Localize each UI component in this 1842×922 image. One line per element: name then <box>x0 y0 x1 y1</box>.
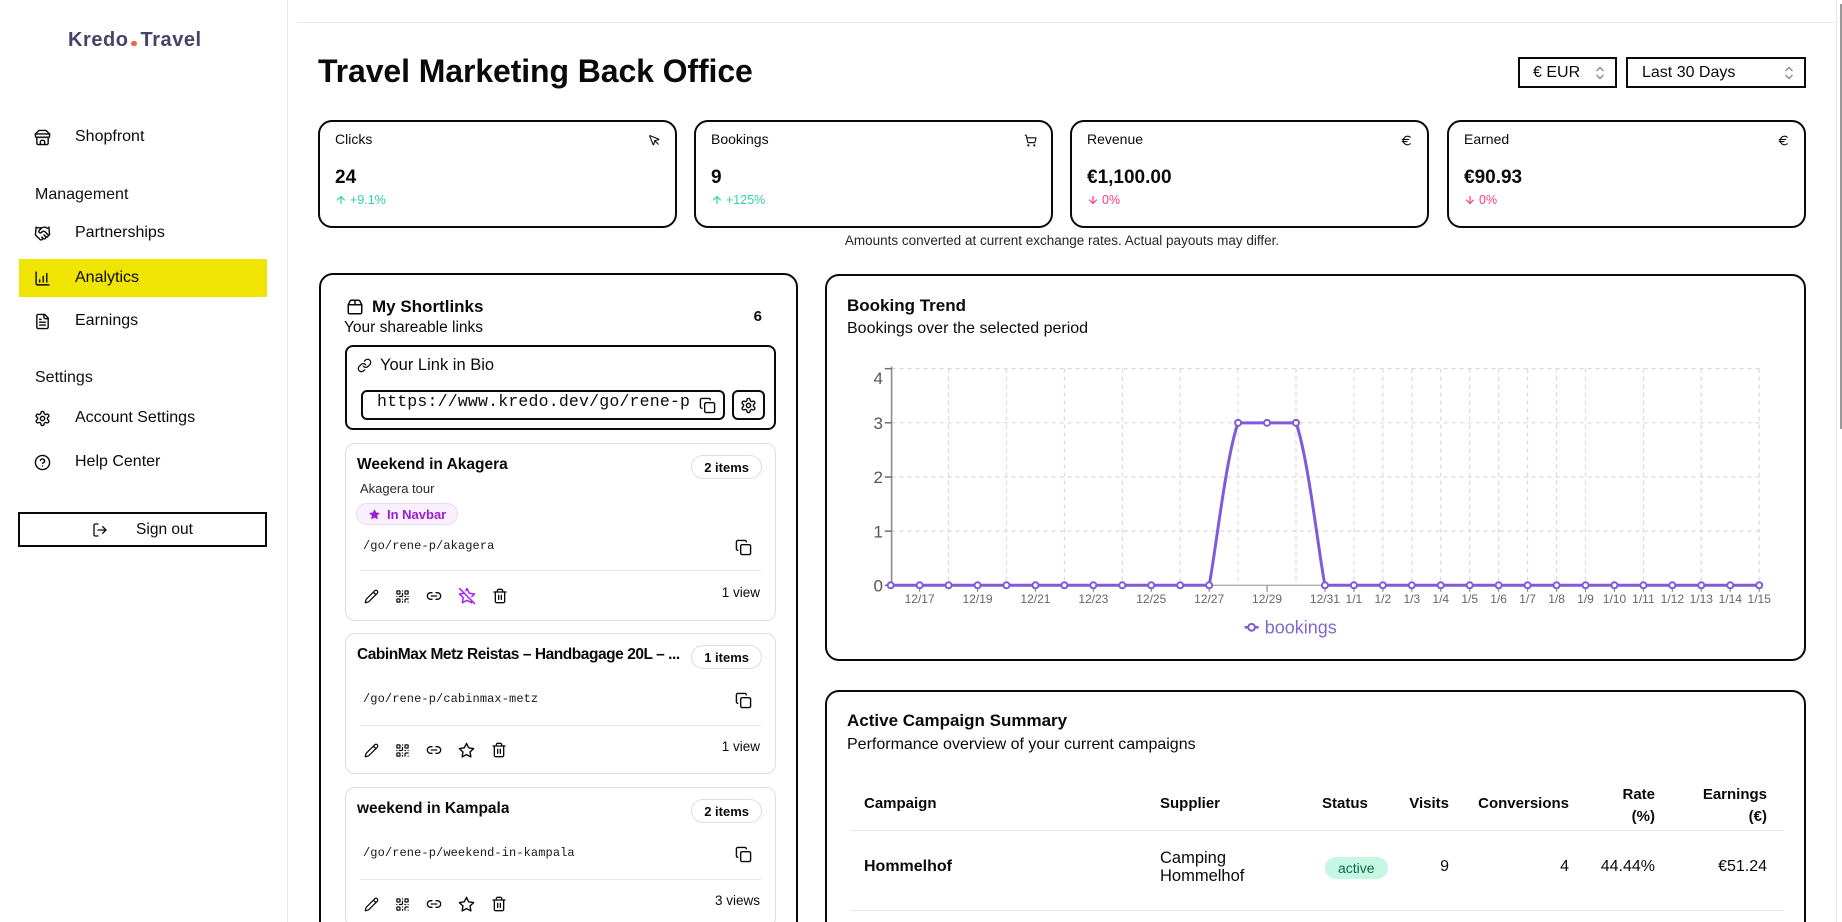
svg-text:1/13: 1/13 <box>1690 592 1714 606</box>
svg-text:1/10: 1/10 <box>1603 592 1627 606</box>
svg-text:12/29: 12/29 <box>1252 592 1282 606</box>
svg-text:1/12: 1/12 <box>1661 592 1685 606</box>
svg-text:12/23: 12/23 <box>1078 592 1108 606</box>
svg-text:1/2: 1/2 <box>1375 592 1392 606</box>
svg-text:12/21: 12/21 <box>1020 592 1050 606</box>
svg-text:12/27: 12/27 <box>1194 592 1224 606</box>
svg-text:1/6: 1/6 <box>1490 592 1507 606</box>
svg-text:2: 2 <box>874 468 883 487</box>
svg-text:1/3: 1/3 <box>1403 592 1420 606</box>
svg-text:1/1: 1/1 <box>1346 592 1363 606</box>
svg-text:1/7: 1/7 <box>1519 592 1536 606</box>
svg-text:3: 3 <box>874 414 883 433</box>
svg-text:1/4: 1/4 <box>1432 592 1449 606</box>
svg-text:1/5: 1/5 <box>1461 592 1478 606</box>
svg-text:1/14: 1/14 <box>1719 592 1743 606</box>
svg-text:12/19: 12/19 <box>963 592 993 606</box>
svg-text:12/25: 12/25 <box>1136 592 1166 606</box>
svg-text:1/9: 1/9 <box>1577 592 1594 606</box>
svg-text:0: 0 <box>874 577 883 596</box>
svg-text:1/15: 1/15 <box>1748 592 1772 606</box>
svg-text:bookings: bookings <box>1265 617 1337 637</box>
svg-text:1/8: 1/8 <box>1548 592 1565 606</box>
svg-text:12/17: 12/17 <box>905 592 935 606</box>
svg-text:1/11: 1/11 <box>1632 592 1655 606</box>
svg-text:12/31: 12/31 <box>1310 592 1340 606</box>
svg-text:4: 4 <box>874 369 883 388</box>
svg-text:1: 1 <box>874 522 883 541</box>
